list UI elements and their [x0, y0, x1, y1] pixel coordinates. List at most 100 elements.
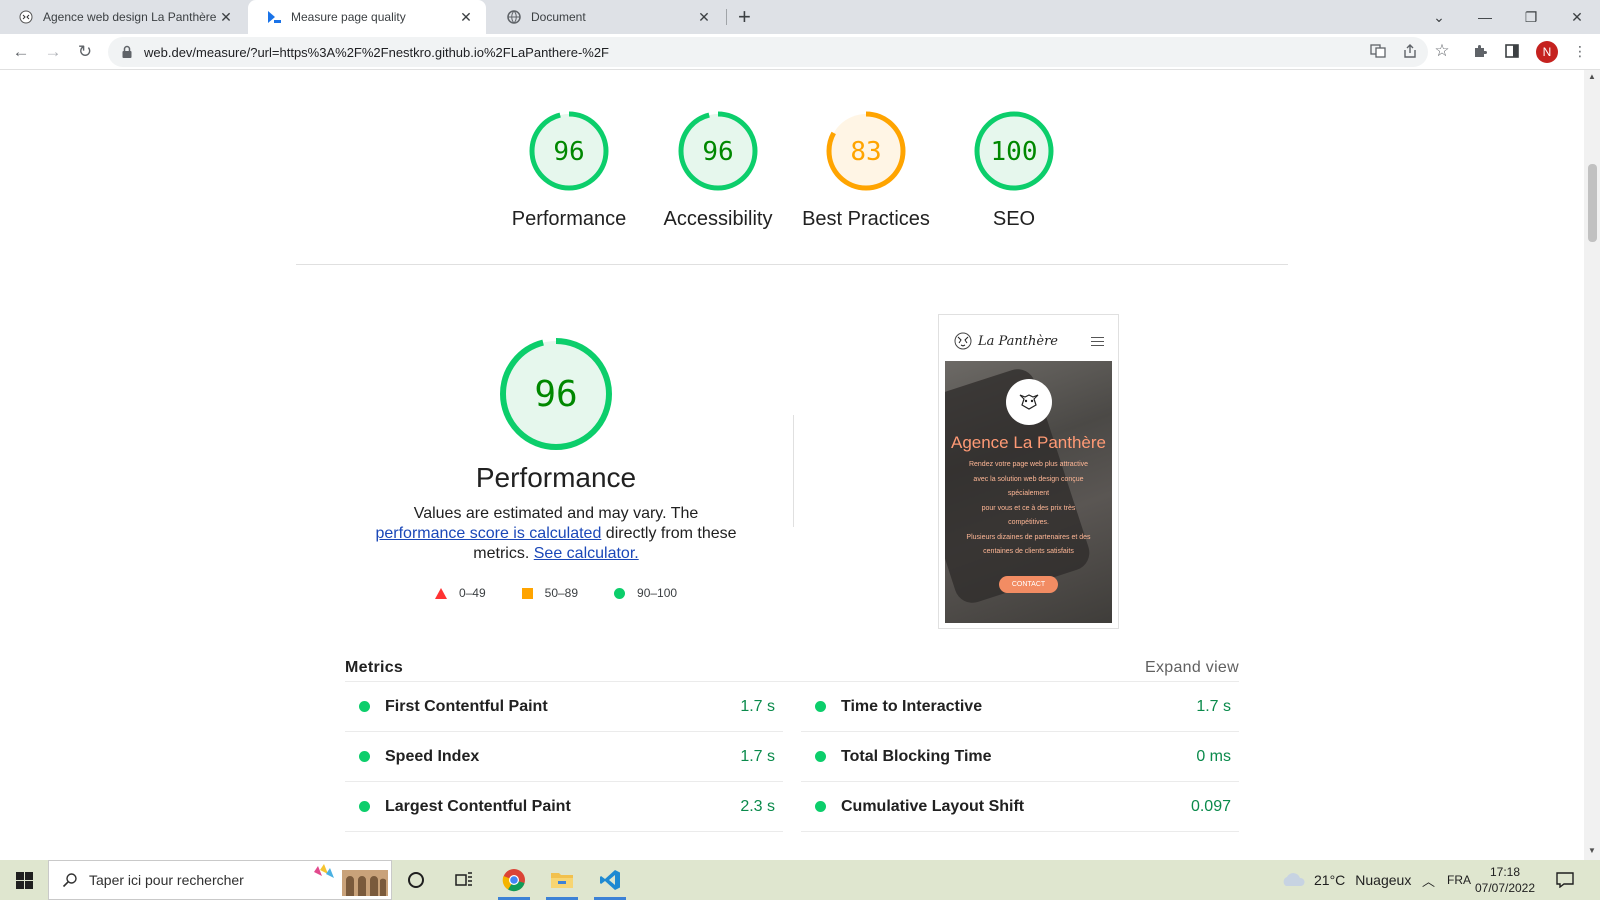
section-divider [296, 264, 1288, 265]
globe-icon [506, 9, 522, 25]
gauge-label: SEO [992, 208, 1036, 230]
browser-toolbar: ← → ↻ web.dev/measure/?url=https%3A%2F%2… [0, 34, 1600, 70]
close-window-button[interactable]: ✕ [1554, 0, 1600, 34]
tab-title: Document [531, 10, 586, 24]
close-tab-icon[interactable]: ✕ [696, 9, 712, 26]
file-explorer-icon[interactable] [538, 860, 586, 900]
metric-row: Time to Interactive 1.7 s [801, 682, 1239, 732]
gauge-score: 96 [702, 137, 733, 167]
forward-arrow-icon[interactable]: → [42, 41, 64, 63]
preview-hero-title: Agence La Panthère [950, 433, 1106, 452]
minimize-button[interactable]: — [1462, 0, 1508, 34]
weather-description: Nuageux [1355, 872, 1412, 888]
performance-title: Performance [475, 462, 637, 493]
performance-score: 96 [534, 374, 577, 415]
search-icon [62, 873, 77, 888]
red-triangle-icon [434, 587, 447, 599]
reload-icon[interactable]: ↻ [74, 41, 96, 63]
weather-temperature: 21°C [1314, 872, 1346, 888]
gauge-accessibility[interactable]: 96 Accessibility [638, 110, 798, 231]
bookmark-star-icon[interactable]: ☆ [1432, 41, 1452, 61]
new-tab-button[interactable]: + [738, 4, 751, 30]
system-clock[interactable]: 17:18 07/07/2022 [1470, 864, 1540, 896]
page-scrollbar[interactable]: ▲ ▼ [1584, 70, 1600, 860]
gauge-label: Best Practices [802, 208, 930, 230]
gauge-ring: 100 [974, 111, 1054, 191]
gauge-label: Accessibility [663, 208, 773, 230]
preview-contact-button: CONTACT [998, 575, 1059, 593]
extensions-puzzle-icon[interactable] [1470, 41, 1490, 61]
metrics-column-left: First Contentful Paint 1.7 s Speed Index 1… [345, 682, 783, 832]
metrics-title: Metrics [345, 658, 404, 676]
preview-header: La Panthère [945, 321, 1112, 361]
pass-circle-icon [359, 801, 370, 812]
notifications-icon[interactable] [1556, 860, 1574, 900]
metrics-section: Metrics Expand view First Contentful Pai… [345, 654, 1239, 832]
panther-favicon-icon [18, 9, 34, 25]
gauge-best-practices[interactable]: 83 Best Practices [786, 110, 946, 231]
score-calculated-link[interactable]: performance score is calculated [375, 525, 601, 542]
expand-view-toggle[interactable]: Expand view [1145, 659, 1239, 677]
gauge-score: 83 [850, 137, 881, 167]
gauge-ring: 83 [826, 111, 906, 191]
performance-gauge: 96 [500, 338, 612, 450]
close-tab-icon[interactable]: ✕ [218, 9, 234, 26]
performance-summary: 96 Performance Values are estimated and … [360, 336, 752, 600]
see-calculator-link[interactable]: See calculator. [534, 545, 639, 562]
green-circle-icon [614, 587, 626, 599]
vscode-icon[interactable] [586, 860, 634, 900]
windows-start-icon[interactable] [16, 872, 33, 889]
tab-document[interactable]: Document ✕ [488, 0, 724, 34]
panther-emblem-icon [1005, 379, 1052, 425]
hamburger-menu-icon [1091, 336, 1104, 346]
webdev-favicon-icon [266, 9, 282, 25]
back-arrow-icon[interactable]: ← [10, 41, 32, 63]
profile-avatar[interactable]: N [1536, 41, 1558, 63]
metrics-header: Metrics Expand view [345, 654, 1239, 682]
gauge-performance[interactable]: 96 Performance [489, 110, 649, 231]
legend-fail: 0–49 [434, 586, 486, 600]
pass-circle-icon [359, 701, 370, 712]
share-icon[interactable] [1400, 41, 1420, 61]
tab-agence[interactable]: Agence web design La Panthère ✕ [0, 0, 246, 34]
close-tab-icon[interactable]: ✕ [458, 9, 474, 26]
tab-search-chevron-icon[interactable]: ⌄ [1416, 0, 1462, 34]
clock-time: 17:18 [1489, 865, 1521, 879]
side-panel-icon[interactable] [1502, 41, 1522, 61]
url-text: web.dev/measure/?url=https%3A%2F%2Fnestk… [144, 44, 609, 60]
page-content: 96 Performance 96 Accessibility 83 Best … [0, 70, 1584, 860]
tab-title: Agence web design La Panthère [43, 10, 217, 24]
address-bar[interactable]: web.dev/measure/?url=https%3A%2F%2Fnestk… [108, 37, 1428, 67]
legend-pass: 90–100 [614, 586, 677, 600]
metric-row: Speed Index 1.7 s [345, 732, 783, 782]
weather-widget[interactable]: 21°C Nuageux [1280, 860, 1411, 900]
task-view-icon[interactable] [440, 860, 488, 900]
cortana-icon[interactable] [392, 860, 440, 900]
metric-row: Largest Contentful Paint 2.3 s [345, 782, 783, 832]
metric-row: Total Blocking Time 0 ms [801, 732, 1239, 782]
scrollbar-thumb[interactable] [1588, 164, 1597, 242]
language-indicator[interactable]: FRA [1447, 860, 1471, 900]
pass-circle-icon [359, 751, 370, 762]
metric-row: Cumulative Layout Shift 0.097 [801, 782, 1239, 832]
chrome-taskbar-icon[interactable] [490, 860, 538, 900]
translate-icon[interactable] [1368, 41, 1388, 61]
pass-circle-icon [815, 801, 826, 812]
preview-hero: Agence La Panthère Rendez votre page web… [945, 361, 1112, 623]
gauge-ring: 96 [529, 111, 609, 191]
preview-hero-text: Rendez votre page web plus attractive av… [966, 461, 1091, 555]
tab-measure[interactable]: Measure page quality ✕ [248, 0, 486, 34]
tray-chevron-up-icon[interactable]: ︿ [1422, 860, 1435, 900]
orange-square-icon [521, 587, 533, 599]
gauge-seo[interactable]: 100 SEO [934, 110, 1094, 231]
scroll-down-arrow-icon[interactable]: ▼ [1588, 846, 1596, 855]
scroll-up-arrow-icon[interactable]: ▲ [1588, 72, 1596, 81]
restore-button[interactable]: ❐ [1508, 0, 1554, 34]
search-highlight-illustration-icon [314, 864, 388, 896]
tab-separator [726, 9, 727, 25]
more-menu-icon[interactable]: ⋮ [1570, 41, 1590, 61]
pass-circle-icon [815, 751, 826, 762]
gauge-score: 96 [553, 137, 584, 167]
score-legend: 0–49 50–89 90–100 [360, 586, 752, 600]
legend-average: 50–89 [521, 586, 578, 600]
